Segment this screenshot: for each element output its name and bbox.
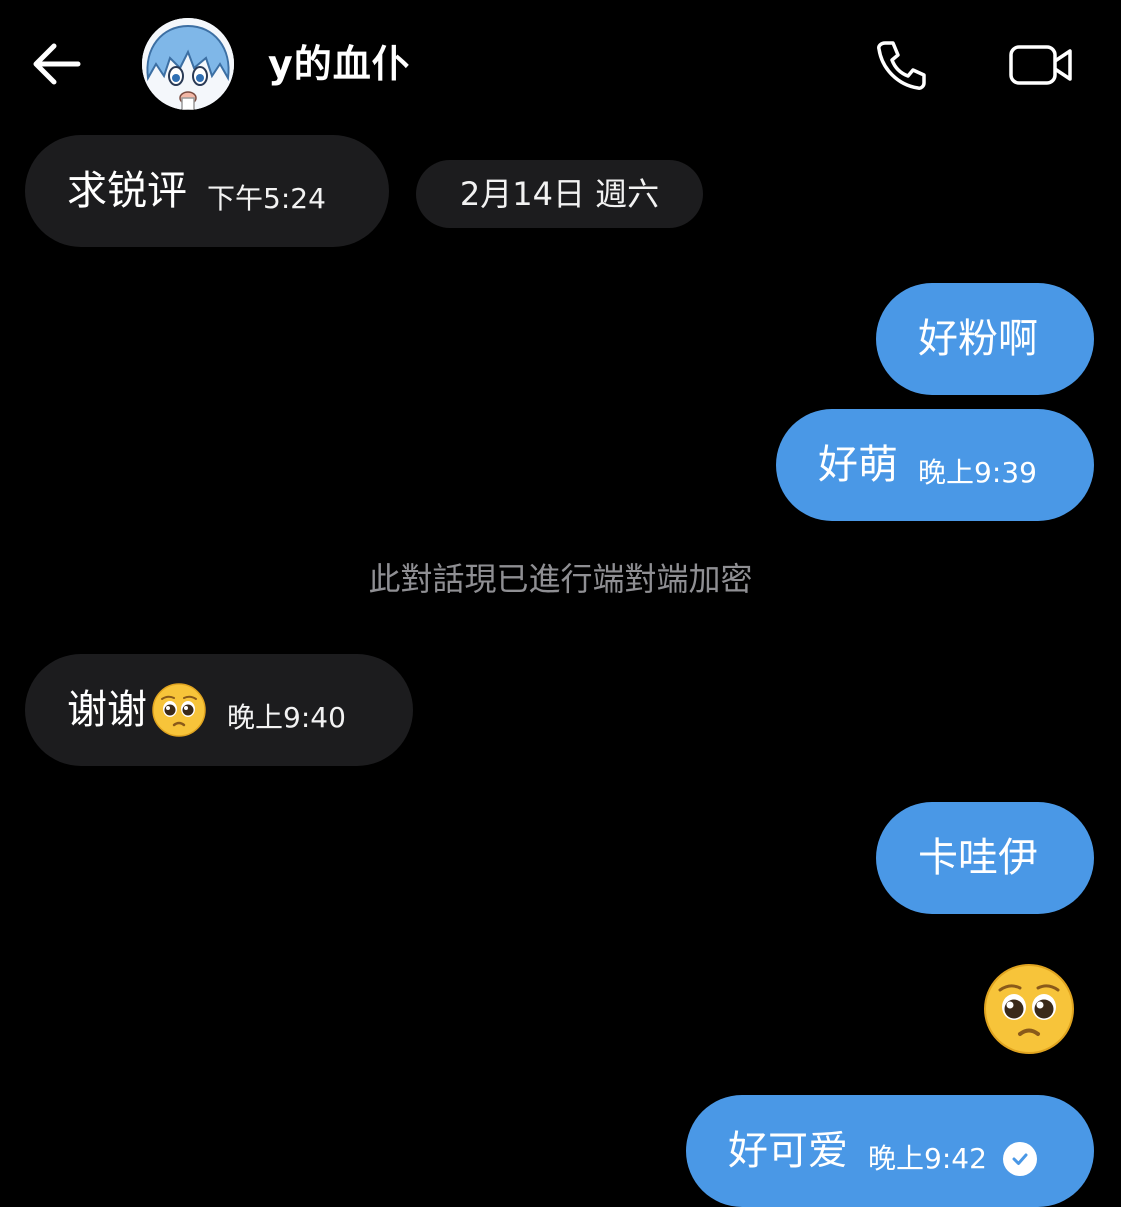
message-bubble-outgoing[interactable]: 好萌 晚上9:39 <box>776 409 1094 521</box>
message-text: 谢谢 <box>67 687 147 733</box>
video-camera-icon <box>1009 45 1072 85</box>
avatar-image <box>142 18 234 110</box>
pleading-face-emoji[interactable] <box>982 962 1076 1056</box>
phone-icon <box>877 41 926 90</box>
message-text: 求锐评 <box>67 168 187 214</box>
message-bubble-outgoing[interactable]: 好粉啊 <box>876 283 1094 395</box>
pleading-face-emoji <box>151 682 207 738</box>
encryption-notice: 此對話現已進行端對端加密 <box>368 560 753 598</box>
message-time: 下午5:24 <box>207 182 326 215</box>
message-text: 好萌 <box>818 442 898 488</box>
video-call-button[interactable] <box>1002 34 1080 96</box>
message-text: 好可爱 <box>728 1128 848 1174</box>
message-bubble-incoming[interactable]: 谢谢 晚上9:40 <box>25 654 413 766</box>
message-text: 卡哇伊 <box>918 835 1038 881</box>
contact-avatar[interactable] <box>142 18 234 110</box>
message-bubble-incoming[interactable]: 求锐评 下午5:24 <box>25 135 389 247</box>
contact-name[interactable]: y的血仆 <box>268 38 411 90</box>
message-bubble-outgoing[interactable]: 好可爱 晚上9:42 <box>686 1095 1094 1207</box>
date-separator: 2月14日 週六 <box>416 160 703 228</box>
message-time: 晚上9:40 <box>227 701 346 734</box>
back-button[interactable] <box>26 36 86 92</box>
voice-call-button[interactable] <box>868 34 934 96</box>
message-bubble-outgoing[interactable]: 卡哇伊 <box>876 802 1094 914</box>
message-time: 晚上9:42 <box>868 1142 987 1175</box>
message-time: 晚上9:39 <box>918 456 1037 489</box>
read-receipt-icon <box>1002 1142 1037 1176</box>
message-text: 好粉啊 <box>918 316 1038 362</box>
chat-header: y的血仆 <box>0 0 1121 130</box>
arrow-left-icon <box>33 43 81 85</box>
